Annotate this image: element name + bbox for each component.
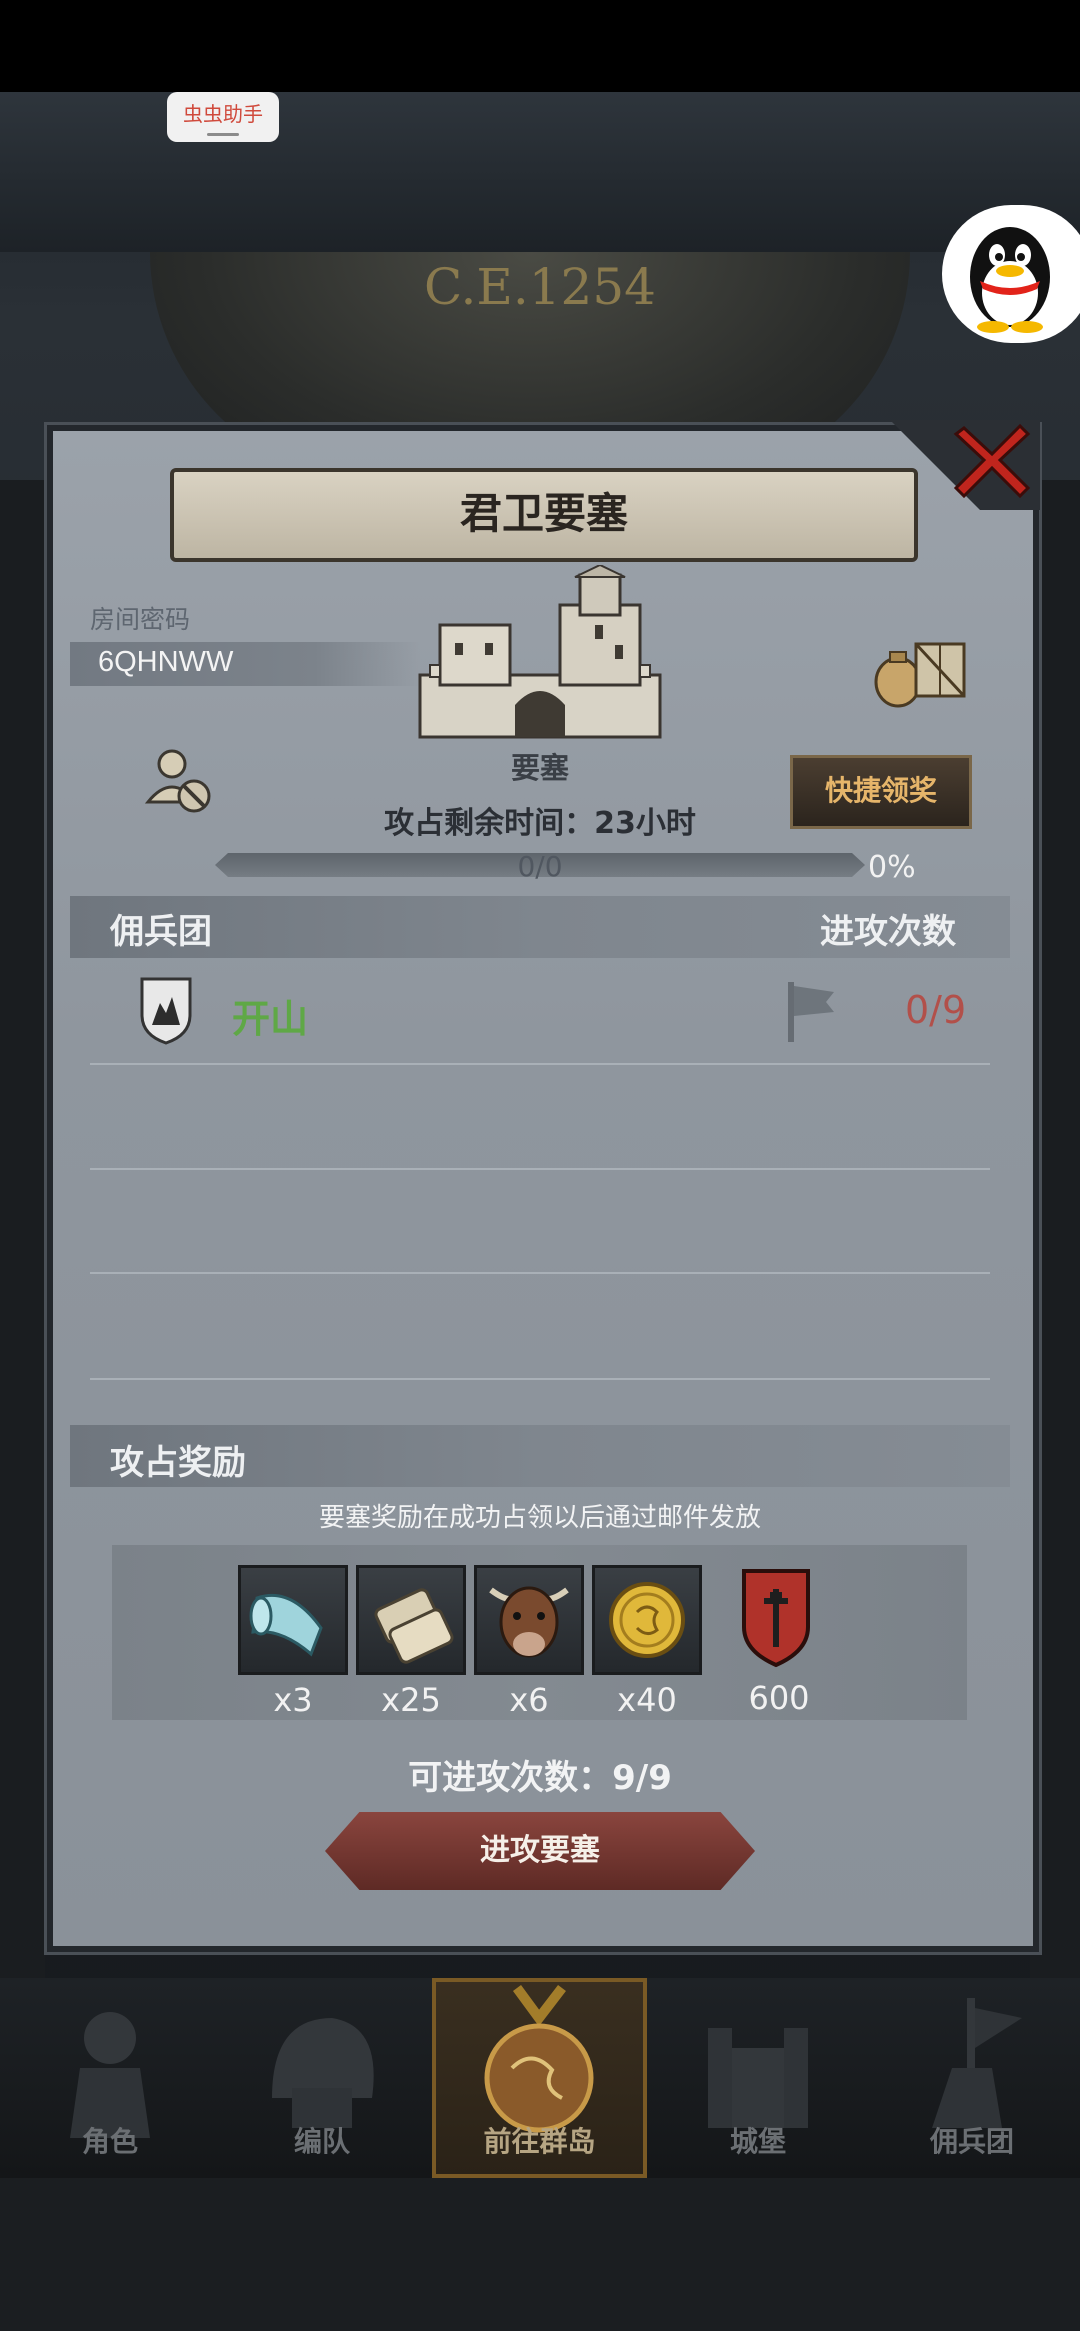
year-label: C.E.1254 xyxy=(423,258,656,316)
reward-item[interactable]: x6 xyxy=(474,1565,584,1719)
nav-item-mercenary[interactable]: 佣兵团 xyxy=(872,1978,1072,2178)
left-side-panel xyxy=(0,480,45,1980)
mercenary-row[interactable] xyxy=(70,965,1010,1065)
nav-label: 前往群岛 xyxy=(483,2125,596,2158)
reward-item[interactable]: x25 xyxy=(356,1565,466,1719)
top-band xyxy=(0,92,1080,252)
nav-item-formation[interactable]: 编队 xyxy=(222,1978,422,2178)
nav-item-character[interactable]: 角色 xyxy=(10,1978,210,2178)
reward-quantity: x6 xyxy=(509,1681,549,1719)
helper-chip[interactable]: 虫虫助手 xyxy=(167,92,279,142)
capture-progress-count: 0/0 xyxy=(517,850,563,883)
room-password-label: 房间密码 xyxy=(90,605,191,634)
close-button[interactable] xyxy=(950,418,1034,502)
nav-label: 佣兵团 xyxy=(929,2125,1014,2158)
nav-label: 角色 xyxy=(81,2125,138,2158)
ox-icon xyxy=(489,1586,569,1658)
reward-note: 要塞奖励在成功占领以后通过邮件发放 xyxy=(318,1503,761,1533)
mercenary-header: 佣兵团 xyxy=(110,912,212,952)
reward-header: 攻占奖励 xyxy=(110,1443,246,1483)
reward-quantity: x40 xyxy=(617,1681,677,1719)
nav-label: 城堡 xyxy=(729,2125,786,2158)
cloth-roll-icon xyxy=(249,1593,323,1657)
reward-quantity: 600 xyxy=(748,1679,810,1717)
row-divider xyxy=(90,1378,990,1380)
remaining-time-text: 攻占剩余时间：23小时 xyxy=(384,806,696,841)
reward-item[interactable]: 600 xyxy=(724,1565,834,1717)
scroll-icon xyxy=(374,1588,454,1664)
honor-banner-icon xyxy=(742,1569,810,1668)
nav-item-castle[interactable]: 城堡 xyxy=(658,1978,858,2178)
reward-frame xyxy=(356,1565,466,1675)
attack-attempts-text: 可进攻次数：9/9 xyxy=(408,1758,672,1798)
nav-item-go-to-islands[interactable]: 前往群岛 xyxy=(432,1978,647,2178)
reward-quantity: x25 xyxy=(381,1681,441,1719)
qq-penguin-icon[interactable] xyxy=(955,215,1065,335)
no-player-icon xyxy=(144,749,211,813)
row-divider xyxy=(90,1063,990,1065)
nav-label: 编队 xyxy=(293,2125,350,2158)
row-divider xyxy=(90,1168,990,1170)
fortress-illustration xyxy=(418,565,662,739)
mercenary-name: 开山 xyxy=(232,997,309,1041)
quick-claim-button[interactable]: 快捷领奖 xyxy=(790,755,972,829)
reward-item[interactable]: x40 xyxy=(592,1565,702,1719)
mercenary-shield-icon xyxy=(140,977,192,1045)
reward-frame xyxy=(474,1565,584,1675)
mercenary-attack-count: 0/9 xyxy=(905,988,967,1032)
row-divider xyxy=(90,1272,990,1274)
reward-frame xyxy=(592,1565,702,1675)
helper-label: 虫虫助手 xyxy=(183,104,263,126)
attack-fortress-button[interactable]: 进攻要塞 xyxy=(325,1812,755,1890)
gold-coin-icon xyxy=(609,1582,685,1658)
room-code: 6QHNWW xyxy=(98,646,234,678)
capture-progress-percent: 0% xyxy=(868,850,916,885)
flag-icon xyxy=(788,982,834,1042)
resource-bag-icon[interactable] xyxy=(870,630,970,710)
reward-frame xyxy=(238,1565,348,1675)
bottom-strip xyxy=(0,2178,1080,2331)
fortress-name: 要塞 xyxy=(510,751,569,785)
reward-quantity: x3 xyxy=(273,1681,313,1719)
dialog-title: 君卫要塞 xyxy=(170,468,918,562)
attack-count-header: 进攻次数 xyxy=(820,912,956,952)
reward-item[interactable]: x3 xyxy=(238,1565,348,1719)
